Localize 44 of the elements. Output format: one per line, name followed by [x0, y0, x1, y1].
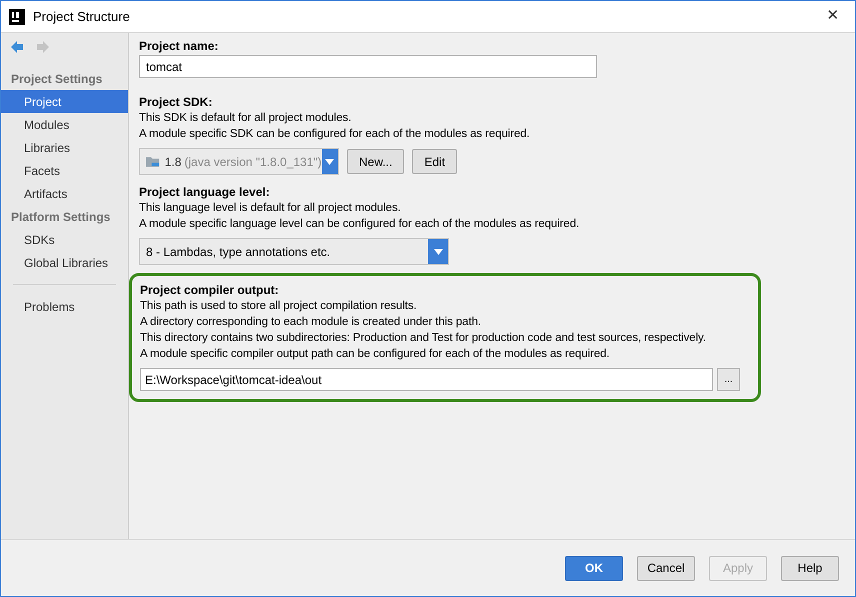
project-name-field[interactable]: tomcat: [139, 55, 597, 78]
language-level-dropdown[interactable]: 8 - Lambdas, type annotations etc.: [139, 238, 449, 265]
sidebar-item[interactable]: Facets: [1, 159, 128, 182]
sdk-version: 1.8: [164, 154, 182, 170]
browse-button[interactable]: ...: [717, 368, 740, 391]
field-label: Project compiler output:: [140, 282, 280, 298]
sidebar-section-title: Project Settings: [10, 70, 104, 88]
folder-icon: [146, 154, 161, 168]
dialog-button[interactable]: Help: [781, 556, 839, 580]
sdk-button[interactable]: Edit: [412, 149, 458, 174]
app-logo-icon: [9, 8, 25, 24]
dialog-button[interactable]: OK: [565, 556, 623, 580]
field-label: Project language level:: [139, 184, 271, 200]
sdk-detail: (java version "1.8.0_131"): [184, 154, 322, 170]
dropdown-arrow-button[interactable]: [322, 149, 338, 174]
sdk-button[interactable]: New...: [347, 149, 404, 174]
description-text: This SDK is default for all project modules.: [139, 111, 352, 126]
description-text: A module specific compiler output path can be configured for each of the modules as required.: [140, 347, 611, 362]
description-text: A module specific language level can be configured for each of the modules as required.: [139, 217, 580, 232]
field-label: Project SDK:: [139, 94, 214, 110]
output-path-field[interactable]: E:\Workspace\git\tomcat-idea\out: [140, 368, 713, 391]
field-label: Project name:: [139, 38, 220, 54]
dialog-button[interactable]: Cancel: [637, 556, 695, 580]
sidebar-item[interactable]: Artifacts: [1, 182, 128, 205]
sdk-dropdown[interactable]: 1.8 (java version "1.8.0_131"): [139, 148, 339, 175]
window-title: Project Structure: [33, 8, 130, 26]
description-text: A module specific SDK can be configured for each of the modules as required.: [139, 127, 531, 142]
close-button[interactable]: ✕: [819, 4, 847, 28]
description-text: This language level is default for all project modules.: [139, 201, 402, 216]
sidebar-item[interactable]: Problems: [1, 295, 128, 318]
sidebar-item[interactable]: SDKs: [1, 228, 128, 251]
description-text: This directory contains two subdirectories: Production and Test for production code and test sources, respectively.: [140, 331, 707, 346]
caret-icon: [325, 158, 334, 164]
sidebar-item[interactable]: Global Libraries: [1, 251, 128, 274]
sidebar-section-title: Platform Settings: [10, 208, 112, 226]
back-arrow-icon[interactable]: [9, 39, 25, 55]
description-text: A directory corresponding to each module is created under this path.: [140, 315, 482, 330]
sidebar-item[interactable]: Libraries: [1, 136, 128, 159]
sidebar-item[interactable]: Modules: [1, 113, 128, 136]
sidebar-item[interactable]: Project: [1, 90, 128, 113]
dropdown-arrow-button[interactable]: [428, 239, 448, 264]
caret-icon: [434, 248, 442, 254]
dropdown-value: 8 - Lambdas, type annotations etc.: [146, 244, 332, 260]
description-text: This path is used to store all project compilation results.: [140, 299, 418, 314]
